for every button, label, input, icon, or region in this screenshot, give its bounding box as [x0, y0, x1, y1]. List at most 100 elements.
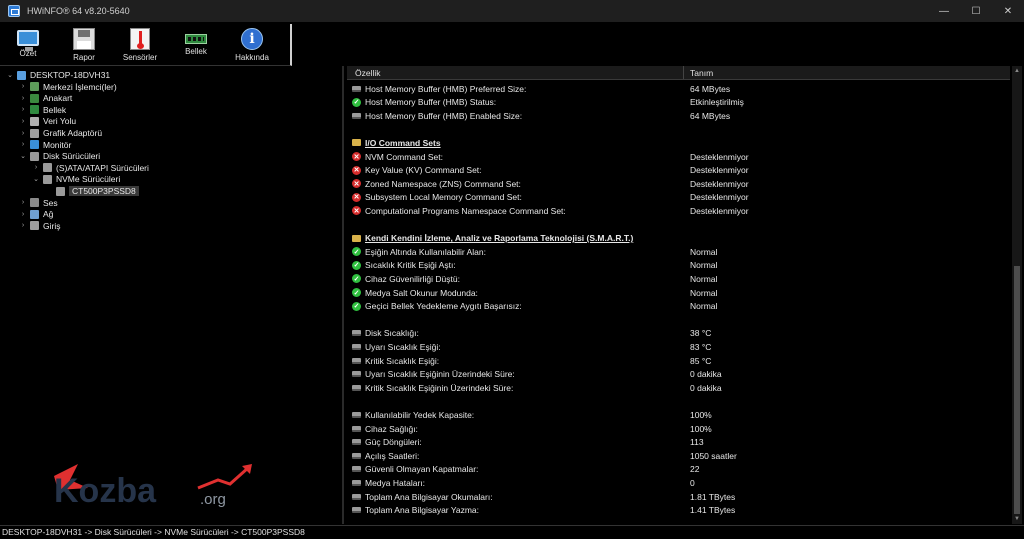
- tree-item-label: Ses: [43, 197, 58, 208]
- expand-arrow-icon[interactable]: ›: [19, 117, 27, 125]
- list-row[interactable]: ✕ Zoned Namespace (ZNS) Command Set: Deste…: [347, 177, 1010, 190]
- tree-item[interactable]: ⌄ Disk Sürücüleri: [19, 150, 100, 162]
- expand-arrow-icon[interactable]: ›: [19, 141, 27, 149]
- value-cell: 1050 saatler: [690, 450, 737, 461]
- status-bar: DESKTOP-18DVH31 -> Disk Sürücüleri -> NV…: [0, 525, 1024, 539]
- tree-item[interactable]: › Bellek: [19, 104, 66, 116]
- device-tree[interactable]: ⌄ DESKTOP-18DVH31 › Merkezi İşlemci(ler) › An…: [0, 66, 344, 524]
- expand-arrow-icon[interactable]: ›: [19, 83, 27, 91]
- list-row[interactable]: ✓ Sıcaklık Kritik Eşiği Aştı: Normal: [347, 259, 1010, 272]
- property-label: I/O Command Sets: [365, 137, 441, 148]
- list-row[interactable]: Toplam Ana Bilgisayar Okumaları: 1.81 TBy…: [347, 490, 1010, 503]
- expand-arrow-icon[interactable]: ›: [19, 210, 27, 218]
- value-cell: 1.41 TBytes: [690, 505, 736, 516]
- property-cell: ✓ Host Memory Buffer (HMB) Status:: [347, 97, 690, 107]
- close-button[interactable]: ✕: [992, 0, 1024, 22]
- tree-item-label: (S)ATA/ATAPI Sürücüleri: [56, 162, 149, 173]
- property-cell: Cihaz Sağlığı:: [347, 424, 690, 434]
- tree-item[interactable]: › (S)ATA/ATAPI Sürücüleri: [32, 162, 149, 174]
- list-row[interactable]: ✕ NVM Command Set: Desteklenmiyor: [347, 150, 1010, 163]
- list-row[interactable]: [347, 395, 1010, 408]
- list-row[interactable]: Medya Hataları: 0: [347, 476, 1010, 489]
- list-row[interactable]: [347, 123, 1010, 136]
- toolbar: Özet Rapor Sensörler Bellek i Hakkında: [0, 24, 292, 66]
- expand-arrow-icon[interactable]: ›: [32, 164, 40, 172]
- tree-item[interactable]: › Monitör: [19, 139, 72, 151]
- collapse-arrow-icon[interactable]: ⌄: [19, 152, 27, 160]
- list-row[interactable]: Kritik Sıcaklık Eşiği: 85 °C: [347, 354, 1010, 367]
- summary-button[interactable]: Özet: [0, 24, 56, 66]
- property-label: Toplam Ana Bilgisayar Okumaları:: [365, 491, 493, 502]
- memory-button[interactable]: Bellek: [168, 24, 224, 66]
- tree-item[interactable]: › Giriş: [19, 220, 61, 232]
- cross-icon: ✕: [352, 206, 361, 216]
- tree-item[interactable]: › Veri Yolu: [19, 115, 76, 127]
- tree-item[interactable]: › Ağ: [19, 208, 54, 220]
- collapse-arrow-icon[interactable]: ⌄: [32, 175, 40, 183]
- minimize-button[interactable]: —: [928, 0, 960, 22]
- property-cell: ✕ Computational Programs Namespace Comman…: [347, 206, 690, 216]
- list-row[interactable]: ✕ Key Value (KV) Command Set: Desteklenmiy…: [347, 164, 1010, 177]
- expand-arrow-icon[interactable]: ›: [19, 199, 27, 207]
- list-row[interactable]: ✓ Eşiğin Altında Kullanılabilir Alan: Norm…: [347, 245, 1010, 258]
- list-row[interactable]: Toplam Ana Bilgisayar Yazma: 1.41 TBytes: [347, 504, 1010, 517]
- cross-icon: ✕: [352, 192, 361, 202]
- list-row[interactable]: ✓ Geçici Bellek Yedekleme Aygıtı Başarısı…: [347, 300, 1010, 313]
- details-list[interactable]: Özellik Tanım Host Memory Buffer (HMB) P…: [347, 66, 1010, 524]
- property-label: Computational Programs Namespace Command…: [365, 205, 566, 216]
- expand-arrow-icon[interactable]: ›: [19, 94, 27, 102]
- window-title: HWiNFO® 64 v8.20-5640: [27, 6, 130, 16]
- list-row[interactable]: [347, 218, 1010, 231]
- section-header[interactable]: Kendi Kendini İzleme, Analiz ve Raporlam…: [347, 232, 1010, 245]
- list-row[interactable]: Kullanılabilir Yedek Kapasite: 100%: [347, 408, 1010, 421]
- list-row[interactable]: Açılış Saatleri: 1050 saatler: [347, 449, 1010, 462]
- list-row[interactable]: Host Memory Buffer (HMB) Preferred Size:…: [347, 82, 1010, 95]
- list-scrollbar[interactable]: ▲ ▼: [1012, 66, 1022, 524]
- about-button[interactable]: i Hakkında: [224, 24, 280, 66]
- list-row[interactable]: Host Memory Buffer (HMB) Enabled Size: 64…: [347, 109, 1010, 122]
- property-label: Kritik Sıcaklık Eşiği:: [365, 355, 440, 366]
- report-button[interactable]: Rapor: [56, 24, 112, 66]
- scroll-down-arrow-icon[interactable]: ▼: [1012, 514, 1022, 524]
- drive-icon: [352, 439, 361, 446]
- tree-item[interactable]: ⌄ DESKTOP-18DVH31: [6, 69, 110, 81]
- maximize-button[interactable]: ☐: [960, 0, 992, 22]
- list-row[interactable]: [347, 313, 1010, 326]
- list-row[interactable]: Uyarı Sıcaklık Eşiğinin Üzerindeki Süre:…: [347, 368, 1010, 381]
- list-row[interactable]: Kritik Sıcaklık Eşiğinin Üzerindeki Süre…: [347, 381, 1010, 394]
- tree-item[interactable]: ⌄ NVMe Sürücüleri: [32, 173, 120, 185]
- column-header-value[interactable]: Tanım: [684, 66, 713, 79]
- expand-arrow-icon[interactable]: ›: [19, 222, 27, 230]
- list-row[interactable]: Uyarı Sıcaklık Eşiği: 83 °C: [347, 340, 1010, 353]
- list-row[interactable]: ✕ Computational Programs Namespace Comman…: [347, 204, 1010, 217]
- value-cell: 100%: [690, 423, 712, 434]
- tree-item[interactable]: › Ses: [19, 197, 58, 209]
- list-row[interactable]: Güvenli Olmayan Kapatmalar: 22: [347, 463, 1010, 476]
- list-row[interactable]: ✓ Cihaz Güvenilirliği Düştü: Normal: [347, 272, 1010, 285]
- tree-item[interactable]: CT500P3PSSD8: [45, 185, 139, 197]
- column-header-property[interactable]: Özellik: [347, 66, 684, 79]
- list-row[interactable]: ✓ Medya Salt Okunur Modunda: Normal: [347, 286, 1010, 299]
- list-row[interactable]: Disk Sıcaklığı: 38 °C: [347, 327, 1010, 340]
- drive-icon: [352, 466, 361, 473]
- tree-item[interactable]: › Merkezi İşlemci(ler): [19, 81, 117, 93]
- scroll-thumb[interactable]: [1014, 266, 1020, 514]
- list-row[interactable]: ✕ Subsystem Local Memory Command Set: Dest…: [347, 191, 1010, 204]
- tree-item[interactable]: › Grafik Adaptörü: [19, 127, 102, 139]
- expand-arrow-icon[interactable]: ›: [19, 106, 27, 114]
- scroll-up-arrow-icon[interactable]: ▲: [1012, 66, 1022, 76]
- section-header[interactable]: I/O Command Sets: [347, 136, 1010, 149]
- list-row[interactable]: Güç Döngüleri: 113: [347, 436, 1010, 449]
- drive-icon: [352, 384, 361, 391]
- drive-icon: [352, 411, 361, 418]
- list-row[interactable]: ✓ Host Memory Buffer (HMB) Status: Etkinle…: [347, 96, 1010, 109]
- collapse-arrow-icon[interactable]: ⌄: [6, 71, 14, 79]
- sensors-button[interactable]: Sensörler: [112, 24, 168, 66]
- expand-arrow-icon[interactable]: ›: [19, 129, 27, 137]
- list-row[interactable]: Cihaz Sağlığı: 100%: [347, 422, 1010, 435]
- value-cell: 83 °C: [690, 341, 712, 352]
- tree-item[interactable]: › Anakart: [19, 92, 72, 104]
- property-label: Kullanılabilir Yedek Kapasite:: [365, 409, 475, 420]
- check-icon: ✓: [352, 247, 361, 257]
- value-cell: Normal: [690, 246, 718, 257]
